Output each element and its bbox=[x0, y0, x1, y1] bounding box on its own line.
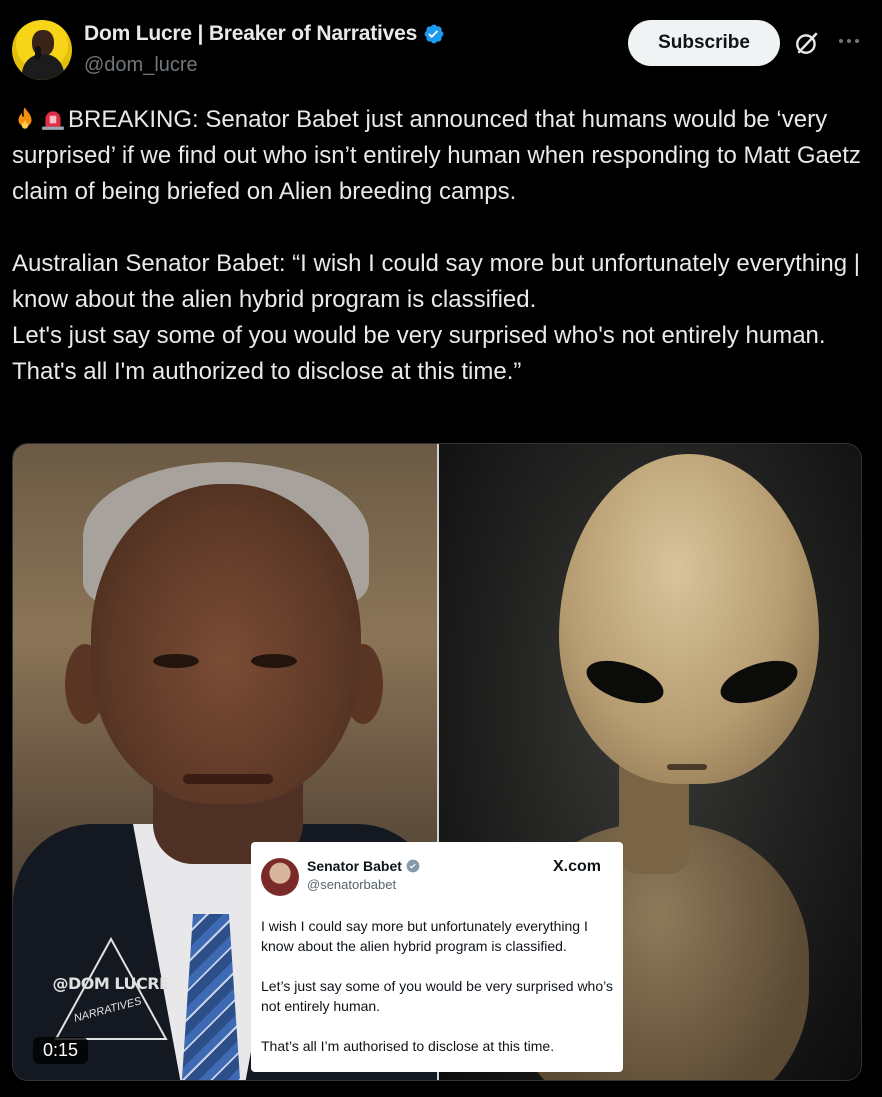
embedded-avatar bbox=[261, 858, 299, 896]
author-handle[interactable]: @dom_lucre bbox=[84, 54, 198, 77]
tweet-text: BREAKING: Senator Babet just announced t… bbox=[12, 106, 861, 385]
police-light-emoji-icon bbox=[42, 111, 64, 130]
alien-mouth bbox=[667, 764, 707, 770]
subscribe-button[interactable]: Subscribe bbox=[628, 20, 780, 66]
video-duration: 0:15 bbox=[33, 1037, 89, 1064]
tweet-header: Dom Lucre | Breaker of Narratives @dom_l… bbox=[12, 18, 870, 80]
avatar-body bbox=[22, 54, 64, 80]
microphone-icon bbox=[35, 46, 41, 60]
tweet-body: BREAKING: Senator Babet just announced t… bbox=[12, 102, 872, 390]
embedded-paragraph-2: Let’s just say some of you would be very… bbox=[261, 978, 613, 1014]
author-display-name[interactable]: Dom Lucre | Breaker of Narratives bbox=[84, 22, 417, 46]
embedded-name-row: Senator Babet bbox=[307, 858, 420, 874]
grok-icon[interactable] bbox=[794, 30, 820, 56]
embedded-paragraph-3: That’s all I’m authorised to disclose at… bbox=[261, 1038, 555, 1054]
fire-emoji-icon bbox=[18, 107, 32, 129]
verified-badge-icon bbox=[424, 24, 444, 44]
embedded-paragraph-1: I wish I could say more but unfortunatel… bbox=[261, 918, 588, 954]
embedded-verified-icon bbox=[406, 859, 420, 873]
face bbox=[91, 484, 361, 804]
embedded-handle: @senatorbabet bbox=[307, 877, 397, 892]
mouth bbox=[183, 774, 273, 784]
video-player[interactable]: @DOM LUCRE NARRATIVES Senator Babet @sen… bbox=[12, 443, 862, 1081]
eye-left bbox=[153, 654, 199, 668]
embedded-display-name: Senator Babet bbox=[307, 858, 402, 874]
embedded-tweet-text: I wish I could say more but unfortunatel… bbox=[261, 916, 619, 1076]
author-avatar[interactable] bbox=[12, 20, 72, 80]
author-name-row: Dom Lucre | Breaker of Narratives bbox=[84, 22, 445, 46]
watermark-text: @DOM LUCRE bbox=[52, 974, 170, 993]
more-options-icon[interactable] bbox=[834, 26, 864, 56]
embedded-brand: X.com bbox=[553, 858, 602, 875]
alien-head bbox=[559, 454, 819, 784]
eye-right bbox=[251, 654, 297, 668]
embedded-tweet-card: Senator Babet @senatorbabet X.com I wish… bbox=[251, 842, 623, 1072]
watermark-logo: @DOM LUCRE NARRATIVES bbox=[51, 934, 171, 1044]
